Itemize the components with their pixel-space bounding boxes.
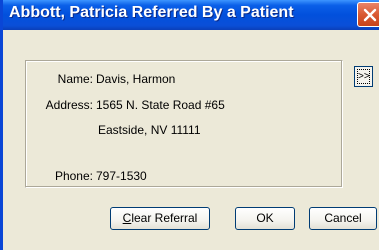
referral-info-panel: Name: Davis, Harmon Address: 1565 N. Sta… [25,60,343,188]
window-title: Abbott, Patricia Referred By a Patient [9,4,294,21]
phone-value: 797-1530 [96,169,147,183]
clear-referral-accel: C [122,211,132,225]
address-label: Address: [45,98,93,112]
address-line-2: Eastside, NV 11111 [98,123,201,137]
cancel-label: Cancel [324,211,362,225]
clear-referral-button[interactable]: Clear Referral [110,207,210,230]
ok-button[interactable]: OK [235,207,295,230]
address-line-1: 1565 N. State Road #65 [96,98,225,112]
dialog-body: Name: Davis, Harmon Address: 1565 N. Sta… [3,30,379,250]
phone-label: Phone: [54,169,93,183]
more-details-button[interactable]: >> [354,66,373,87]
dialog-window: Abbott, Patricia Referred By a Patient N… [0,0,379,250]
close-button[interactable] [357,2,379,27]
close-icon [363,8,377,22]
ok-label: OK [256,211,274,225]
title-bar[interactable]: Abbott, Patricia Referred By a Patient [3,0,379,30]
name-value: Davis, Harmon [96,72,176,86]
more-icon: >> [357,69,370,84]
cancel-button[interactable]: Cancel [309,207,377,230]
clear-referral-label: lear Referral [131,211,198,225]
name-label: Name: [57,72,93,86]
